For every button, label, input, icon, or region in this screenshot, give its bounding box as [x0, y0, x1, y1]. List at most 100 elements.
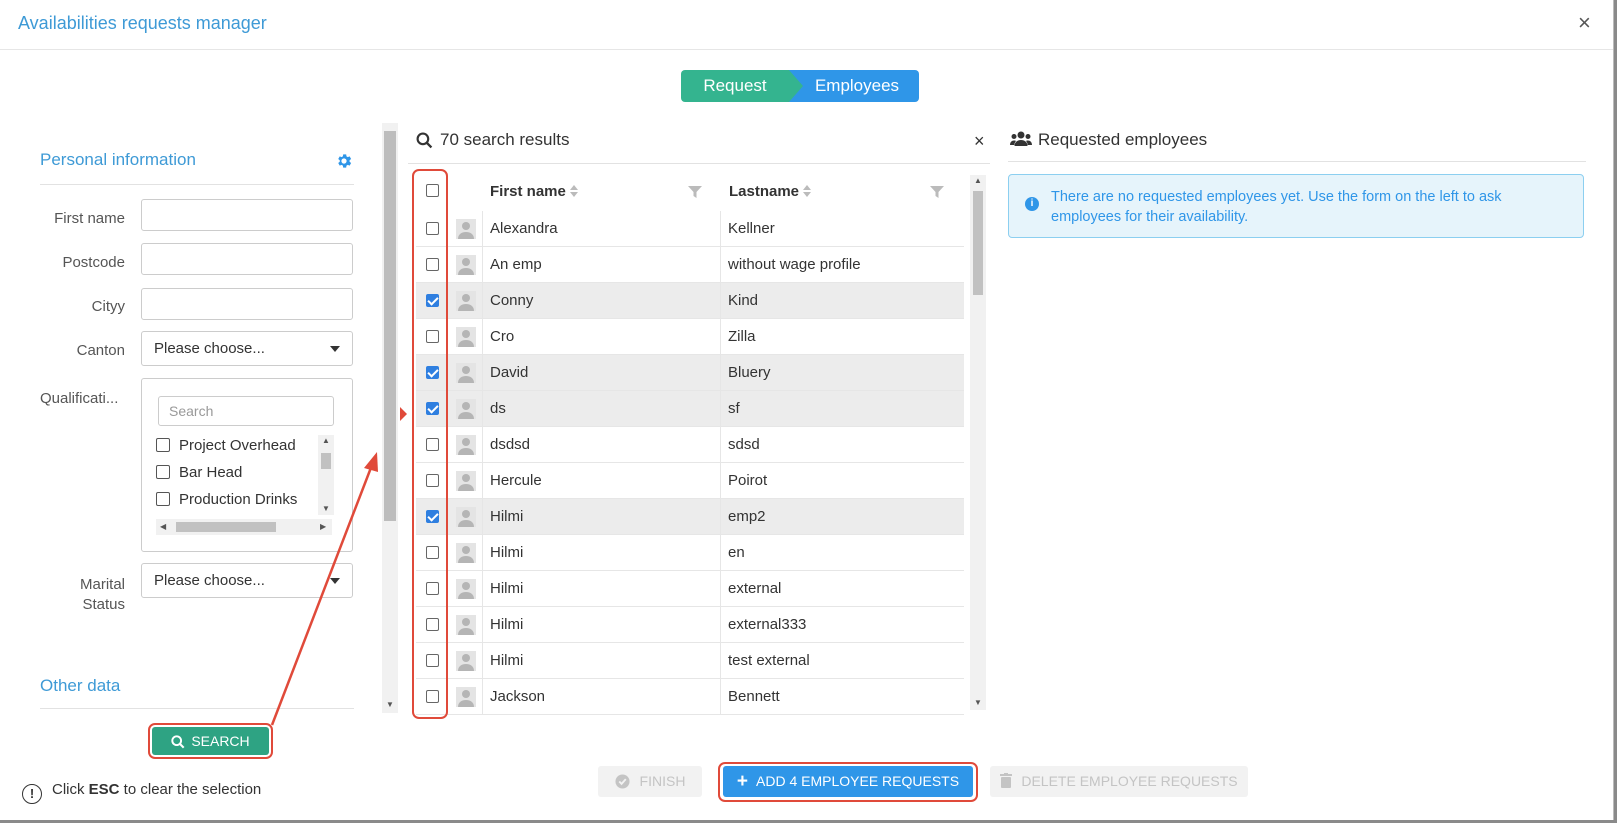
table-row[interactable]: Hercule Poirot	[416, 463, 964, 499]
table-row[interactable]: Jackson Bennett	[416, 679, 964, 715]
cell-divider	[482, 535, 483, 571]
table-row[interactable]: Hilmi external	[416, 571, 964, 607]
sort-icon[interactable]	[569, 184, 578, 198]
search-icon	[171, 735, 185, 749]
table-row[interactable]: Cro Zilla	[416, 319, 964, 355]
marital-label-line2: Status	[82, 596, 125, 613]
search-button[interactable]: SEARCH	[152, 727, 269, 755]
qualifications-label: Qualificati...	[40, 390, 119, 407]
cell-divider	[720, 283, 721, 319]
results-scrollbar[interactable]: ▲ ▼	[970, 175, 986, 710]
canton-select[interactable]: Please choose...	[141, 331, 353, 366]
select-all-checkbox[interactable]	[426, 184, 439, 197]
cell-divider	[482, 463, 483, 499]
search-button-label: SEARCH	[191, 733, 250, 749]
avatar-icon	[456, 255, 476, 275]
table-row[interactable]: An emp without wage profile	[416, 247, 964, 283]
column-header-first-name[interactable]: First name	[490, 183, 578, 200]
step-request[interactable]: Request	[681, 70, 803, 102]
row-checkbox[interactable]	[426, 582, 439, 595]
row-checkbox[interactable]	[426, 438, 439, 451]
finish-button[interactable]: FINISH	[598, 766, 702, 797]
lastname-cell: Zilla	[728, 328, 756, 345]
cell-divider	[482, 247, 483, 283]
add-employee-requests-button[interactable]: + ADD 4 EMPLOYEE REQUESTS	[723, 766, 973, 797]
cell-divider	[720, 319, 721, 355]
scroll-down-icon[interactable]: ▼	[974, 699, 982, 707]
cell-divider	[720, 571, 721, 607]
row-checkbox[interactable]	[426, 294, 439, 307]
table-row[interactable]: dsdsd sdsd	[416, 427, 964, 463]
table-row[interactable]: Hilmi en	[416, 535, 964, 571]
first-name-cell: Alexandra	[490, 220, 558, 237]
checkbox[interactable]	[156, 465, 170, 479]
filter-icon[interactable]	[688, 186, 702, 198]
avatar-icon	[456, 327, 476, 347]
delete-employee-requests-button[interactable]: DELETE EMPLOYEE REQUESTS	[990, 766, 1248, 797]
row-checkbox[interactable]	[426, 510, 439, 523]
postcode-input[interactable]	[141, 243, 353, 275]
column-header-lastname[interactable]: Lastname	[729, 183, 812, 200]
other-data-title: Other data	[40, 676, 121, 695]
table-row[interactable]: Conny Kind	[416, 283, 964, 319]
checkbox[interactable]	[156, 438, 170, 452]
qualification-item[interactable]: Bar Head	[156, 464, 242, 488]
row-checkbox[interactable]	[426, 546, 439, 559]
cell-divider	[482, 607, 483, 643]
row-checkbox[interactable]	[426, 690, 439, 703]
cell-divider	[720, 499, 721, 535]
city-input[interactable]	[141, 288, 353, 320]
close-results-icon[interactable]: ×	[974, 131, 985, 152]
info-message: There are no requested employees yet. Us…	[1051, 189, 1502, 225]
avatar-icon	[456, 435, 476, 455]
step-employees[interactable]: Employees	[787, 70, 919, 102]
first-name-cell: David	[490, 364, 529, 381]
row-checkbox[interactable]	[426, 654, 439, 667]
hint-key: ESC	[88, 781, 120, 798]
cell-divider	[482, 283, 483, 319]
cell-divider	[720, 355, 721, 391]
cell-divider	[720, 247, 721, 283]
table-row[interactable]: David Bluery	[416, 355, 964, 391]
divider	[408, 163, 990, 164]
scroll-thumb[interactable]	[973, 191, 983, 295]
table-row[interactable]: Hilmi emp2	[416, 499, 964, 535]
scroll-left-icon[interactable]: ◀	[160, 523, 166, 531]
cell-divider	[720, 643, 721, 679]
cell-divider	[720, 211, 721, 247]
search-icon	[416, 132, 433, 149]
checkbox[interactable]	[156, 492, 170, 506]
avatar-icon	[456, 651, 476, 671]
row-checkbox[interactable]	[426, 474, 439, 487]
row-checkbox[interactable]	[426, 258, 439, 271]
lastname-cell: en	[728, 544, 745, 561]
step-request-label: Request	[703, 76, 767, 95]
info-alert: i There are no requested employees yet. …	[1008, 174, 1584, 238]
row-checkbox[interactable]	[426, 618, 439, 631]
trash-icon	[1000, 773, 1013, 788]
row-checkbox[interactable]	[426, 366, 439, 379]
cell-divider	[720, 463, 721, 499]
lastname-cell: Bluery	[728, 364, 771, 381]
cell-divider	[482, 319, 483, 355]
table-row[interactable]: Hilmi external333	[416, 607, 964, 643]
avatar-icon	[456, 687, 476, 707]
table-row[interactable]: ds sf	[416, 391, 964, 427]
close-dialog-icon[interactable]: ×	[1578, 12, 1591, 34]
filter-icon[interactable]	[930, 186, 944, 198]
row-checkbox[interactable]	[426, 402, 439, 415]
add-button-label: ADD 4 EMPLOYEE REQUESTS	[756, 773, 960, 789]
row-checkbox[interactable]	[426, 330, 439, 343]
first-name-input[interactable]	[141, 199, 353, 231]
cell-divider	[482, 643, 483, 679]
table-row[interactable]: Hilmi test external	[416, 643, 964, 679]
cell-divider	[720, 679, 721, 715]
avatar-icon	[456, 507, 476, 527]
cell-divider	[720, 607, 721, 643]
table-row[interactable]: Alexandra Kellner	[416, 211, 964, 247]
row-checkbox[interactable]	[426, 222, 439, 235]
sort-icon[interactable]	[803, 184, 812, 198]
scroll-up-icon[interactable]: ▲	[974, 177, 982, 185]
gear-icon[interactable]	[335, 152, 353, 170]
plus-icon: +	[736, 771, 749, 792]
